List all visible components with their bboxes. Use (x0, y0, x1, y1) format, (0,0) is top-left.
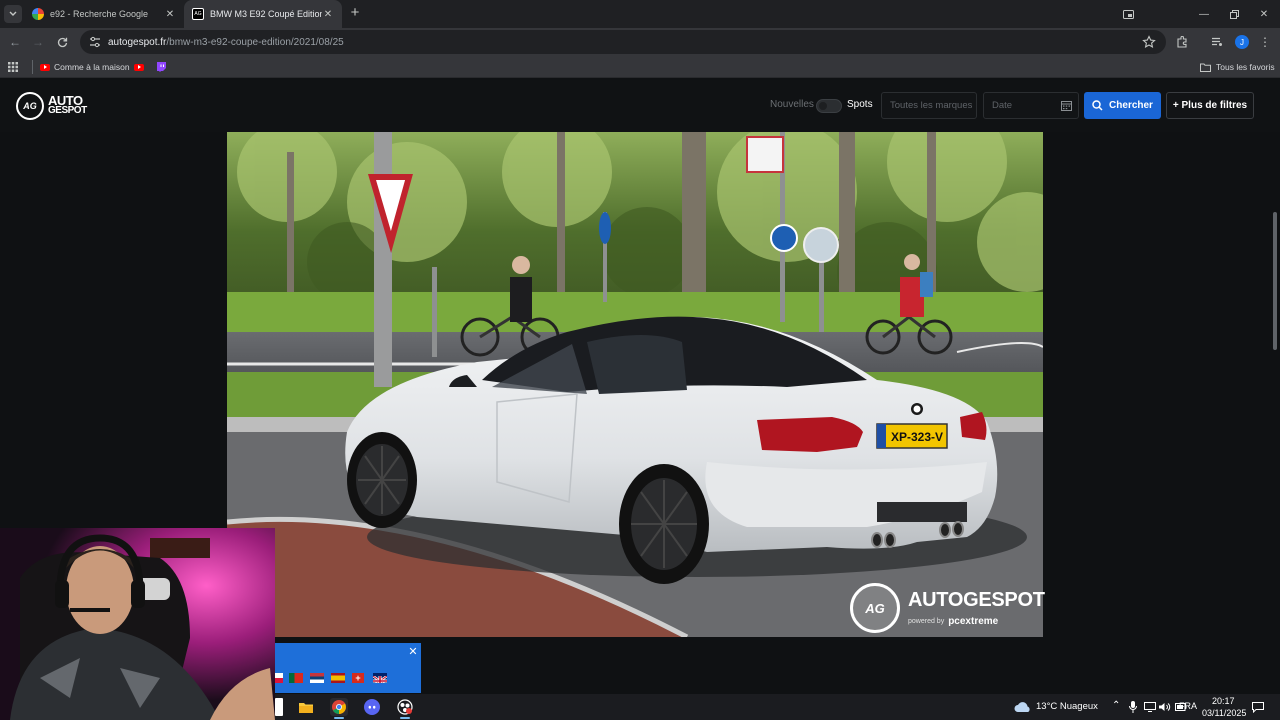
folder-icon (1200, 63, 1211, 72)
tab-search-button[interactable] (4, 5, 22, 23)
clock-time[interactable]: 20:17 (1212, 696, 1235, 706)
page-scrollbar[interactable] (1270, 132, 1280, 694)
site-info-icon[interactable] (88, 35, 102, 49)
restore-window-icon[interactable] (1218, 0, 1250, 28)
forward-icon[interactable]: → (29, 33, 47, 51)
site-logo[interactable]: AG AUTO GESPOT (16, 92, 87, 120)
obs-recording-icon[interactable] (396, 698, 414, 716)
watermark-brand: AUTOGESPOT (908, 589, 1045, 611)
youtube-icon (134, 63, 144, 71)
bookmark-youtube[interactable] (134, 56, 144, 78)
license-plate-text: XP-323-V (891, 430, 943, 444)
url-host: autogespot.fr (108, 36, 167, 48)
volume-icon[interactable] (1158, 698, 1172, 716)
search-button-label: Chercher (1109, 100, 1153, 111)
notifications-icon[interactable] (1250, 698, 1266, 716)
car-photo[interactable]: XP-323-V (227, 132, 1043, 637)
car-photo-illustration: XP-323-V (227, 132, 1043, 637)
weather-text[interactable]: 13°C Nuageux (1036, 701, 1098, 712)
obs-active-indicator (400, 717, 410, 719)
chrome-active-indicator (334, 717, 344, 719)
webcam-overlay (0, 528, 275, 720)
close-tab-icon[interactable]: ✕ (164, 9, 176, 20)
browser-toolbar: ← → autogespot.fr/bmw-m3-e92-coupe-editi… (0, 28, 1280, 56)
brand-select[interactable]: Toutes les marques (881, 92, 977, 119)
flag-serbia-icon[interactable] (310, 673, 324, 683)
youtube-icon (40, 63, 50, 71)
clock-date[interactable]: 03/11/2025 (1202, 708, 1246, 718)
discord-icon[interactable] (363, 698, 381, 716)
bookmark-twitch[interactable] (156, 56, 166, 78)
bookmark-star-icon[interactable] (1142, 35, 1156, 49)
new-tab-icon[interactable]: + (346, 4, 364, 22)
back-icon[interactable]: ← (6, 33, 24, 51)
autogespot-watermark: AG AUTOGESPOT powered by pcextreme (850, 583, 1045, 633)
date-placeholder: Date (992, 100, 1013, 111)
bookmarks-divider (32, 60, 33, 74)
microphone-icon[interactable] (1126, 698, 1140, 716)
logo-badge: AG (16, 92, 44, 120)
cast-icon[interactable] (1112, 0, 1144, 28)
new-spots-toggle[interactable] (816, 99, 842, 113)
flag-switzerland-icon[interactable]: + (352, 673, 364, 683)
flag-portugal-icon[interactable] (289, 673, 303, 683)
tray-chevron-up-icon[interactable]: ⌃ (1112, 700, 1120, 711)
media-control-icon[interactable] (1208, 33, 1226, 51)
file-explorer-icon[interactable] (297, 698, 315, 716)
input-language[interactable]: FRA (1179, 701, 1197, 711)
webcam-illustration (0, 528, 275, 720)
more-filters-button[interactable]: + Plus de filtres (1166, 92, 1254, 119)
minimize-window-icon[interactable]: — (1188, 0, 1220, 28)
watermark-partner: pcextreme (948, 616, 999, 627)
language-selector-popup (275, 643, 421, 693)
tab-google-search[interactable]: e92 - Recherche Google ✕ (24, 0, 184, 28)
logo-wordmark: AUTO GESPOT (48, 94, 87, 116)
scrollbar-thumb[interactable] (1273, 212, 1277, 350)
watermark-powered-line: powered by pcextreme (908, 616, 1045, 627)
network-icon[interactable] (1143, 698, 1157, 716)
toggle-label-new: Nouvelles (770, 99, 814, 110)
taskbar-app-partial-icon[interactable] (275, 698, 283, 716)
calendar-icon (1061, 101, 1072, 111)
watermark-badge: AG (850, 583, 900, 633)
twitch-icon (157, 62, 166, 72)
url-text: autogespot.fr/bmw-m3-e92-coupe-edition/2… (108, 37, 344, 48)
logo-line-2: GESPOT (48, 105, 87, 116)
address-bar[interactable]: autogespot.fr/bmw-m3-e92-coupe-edition/2… (80, 30, 1166, 54)
all-bookmarks-folder[interactable]: Tous les favoris (1200, 56, 1275, 78)
flag-uk-icon[interactable] (373, 673, 387, 683)
tab-title: BMW M3 E92 Coupé Edition - 2 (210, 9, 322, 19)
close-window-icon[interactable]: ✕ (1248, 0, 1280, 28)
bookmarks-bar: Comme à la maison Tous les favoris (0, 56, 1280, 78)
apps-grid-icon[interactable] (8, 56, 18, 78)
extensions-icon[interactable] (1173, 33, 1191, 51)
tab-autogespot[interactable]: AG BMW M3 E92 Coupé Edition - 2 ✕ (184, 0, 342, 28)
search-icon (1092, 100, 1103, 111)
menu-kebab-icon[interactable]: ⋮ (1256, 33, 1274, 51)
reload-icon[interactable] (53, 33, 71, 51)
profile-avatar[interactable]: J (1235, 35, 1249, 49)
close-icon[interactable]: ✕ (406, 645, 420, 659)
bookmark-comme-a-la-maison[interactable]: Comme à la maison (40, 56, 130, 78)
weather-cloud-icon[interactable] (1013, 698, 1033, 716)
watermark-text: AUTOGESPOT powered by pcextreme (908, 589, 1045, 627)
chrome-icon[interactable] (330, 698, 348, 716)
chevron-down-icon (9, 11, 17, 16)
tab-title: e92 - Recherche Google (50, 9, 149, 19)
toggle-label-spots: Spots (847, 99, 873, 110)
all-bookmarks-label: Tous les favoris (1216, 62, 1275, 72)
flag-spain-icon[interactable] (331, 673, 345, 683)
watermark-powered-label: powered by (908, 618, 945, 625)
bookmark-label: Comme à la maison (54, 62, 130, 72)
google-icon (32, 8, 44, 20)
search-button[interactable]: Chercher (1084, 92, 1161, 119)
autogespot-favicon-icon: AG (192, 8, 204, 20)
close-tab-icon[interactable]: ✕ (322, 9, 334, 20)
url-path: /bmw-m3-e92-coupe-edition/2021/08/25 (166, 36, 344, 48)
date-input[interactable]: Date (983, 92, 1079, 119)
flag-poland-icon[interactable] (275, 673, 283, 683)
tab-bar: e92 - Recherche Google ✕ AG BMW M3 E92 C… (0, 0, 1280, 28)
